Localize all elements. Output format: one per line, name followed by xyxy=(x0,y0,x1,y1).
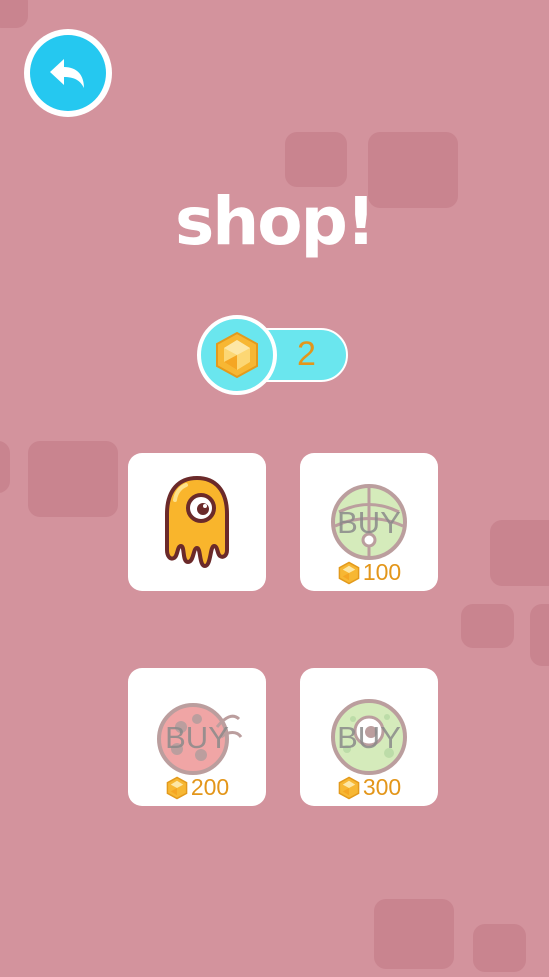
gem-badge xyxy=(197,315,277,395)
back-button-circle xyxy=(30,35,106,111)
gem-icon xyxy=(216,331,258,379)
back-arrow-icon xyxy=(50,59,84,88)
gem-icon xyxy=(166,776,188,799)
shop-item-green-ball-dots[interactable]: BUY 300 xyxy=(300,668,438,806)
bg-square xyxy=(0,441,10,493)
bg-square xyxy=(461,604,514,648)
price-amount: 100 xyxy=(362,559,402,585)
bg-square xyxy=(473,924,526,972)
page-title: shop! xyxy=(175,183,376,260)
price-amount: 300 xyxy=(362,774,402,800)
price-tag: 200 xyxy=(128,774,266,801)
shop-item-green-ball[interactable]: BUY 100 xyxy=(300,453,438,591)
price-amount: 200 xyxy=(190,774,230,800)
gem-icon xyxy=(338,561,360,584)
buy-label: BUY xyxy=(337,505,401,540)
shop-item-ladybug[interactable]: BUY 200 xyxy=(128,668,266,806)
currency-display: 2 xyxy=(197,315,350,395)
currency-count: 2 xyxy=(297,335,316,373)
price-tag: 300 xyxy=(300,774,438,801)
buy-label: BUY xyxy=(165,720,229,755)
bg-square xyxy=(285,132,347,187)
buy-label: BUY xyxy=(337,720,401,755)
bg-square xyxy=(490,520,549,586)
gem-icon xyxy=(338,776,360,799)
bg-square xyxy=(28,441,118,517)
bg-square xyxy=(530,604,549,666)
shop-item-yellow-blob[interactable] xyxy=(128,453,266,591)
yellow-blob-character-icon xyxy=(165,476,229,568)
price-tag: 100 xyxy=(300,559,438,586)
bg-square xyxy=(0,0,28,28)
back-button[interactable] xyxy=(24,29,112,117)
bg-square xyxy=(374,899,454,969)
